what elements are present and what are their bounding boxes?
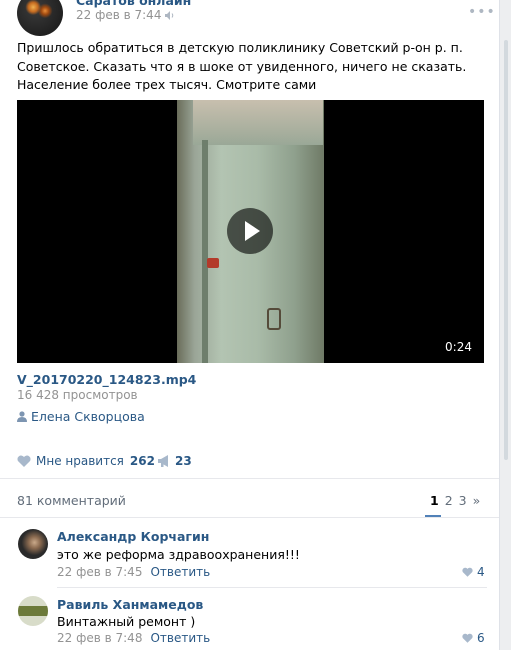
- video-alarm-box: [207, 258, 219, 268]
- video-door-handle: [267, 308, 281, 330]
- comment-author[interactable]: Александр Корчагин: [57, 529, 209, 544]
- comment-date[interactable]: 22 фев в 7:48: [57, 631, 142, 645]
- comment-divider: [57, 587, 487, 588]
- share-count: 23: [175, 454, 192, 468]
- video-author[interactable]: Елена Скворцова: [17, 409, 145, 424]
- video-title-link[interactable]: V_20170220_124823.mp4: [17, 372, 196, 387]
- video-door-top: [193, 100, 323, 145]
- heart-icon: [462, 633, 473, 643]
- play-icon[interactable]: [227, 208, 273, 254]
- page-3[interactable]: 3: [459, 493, 467, 508]
- scrollbar-thumb[interactable]: [504, 40, 508, 460]
- megaphone-icon: [158, 455, 168, 467]
- share-button[interactable]: 23: [158, 454, 192, 468]
- video-author-name[interactable]: Елена Скворцова: [31, 409, 145, 424]
- comment-meta: 22 фев в 7:48 Ответить: [57, 631, 210, 645]
- comments-count: 81 комментарий: [17, 493, 126, 508]
- heart-icon: [462, 567, 473, 577]
- avatar[interactable]: [18, 529, 48, 559]
- comment-text: Винтажный ремонт ): [57, 614, 196, 629]
- like-count: 262: [129, 454, 155, 468]
- post-date-text[interactable]: 22 фев в 7:44: [76, 8, 161, 22]
- comment-date[interactable]: 22 фев в 7:45: [57, 565, 142, 579]
- post-text: Пришлось обратиться в детскую поликлиник…: [17, 40, 467, 92]
- actions-divider: [0, 478, 499, 479]
- video-views: 16 428 просмотров: [17, 388, 138, 402]
- reply-button[interactable]: Ответить: [150, 631, 210, 645]
- speaker-icon: [165, 11, 174, 20]
- like-label: Мне нравится: [36, 454, 124, 468]
- comment-author[interactable]: Равиль Ханмамедов: [57, 597, 203, 612]
- comments-header-divider: [0, 517, 499, 518]
- comment-meta: 22 фев в 7:45 Ответить: [57, 565, 210, 579]
- comment-text: это же реформа здравоохранения!!!: [57, 547, 300, 562]
- reply-button[interactable]: Ответить: [150, 565, 210, 579]
- post-date[interactable]: 22 фев в 7:44: [76, 8, 175, 22]
- avatar[interactable]: [18, 596, 48, 626]
- more-options-icon[interactable]: •••: [468, 4, 496, 20]
- comment-like-count: 4: [477, 565, 485, 579]
- comments-pager: 1 2 3 »: [430, 493, 486, 508]
- comment-like-button[interactable]: 4: [462, 565, 485, 579]
- comment-like-button[interactable]: 6: [462, 631, 485, 645]
- page-2[interactable]: 2: [445, 493, 453, 508]
- video-player[interactable]: 0:24: [17, 100, 484, 363]
- page-next[interactable]: »: [473, 493, 481, 508]
- like-button[interactable]: Мне нравится 262: [17, 454, 155, 468]
- video-door-edge: [202, 140, 208, 363]
- page-1[interactable]: 1: [430, 493, 439, 508]
- group-name-link[interactable]: Саратов онлайн: [76, 0, 191, 8]
- user-icon: [17, 411, 27, 422]
- video-duration: 0:24: [445, 340, 472, 354]
- heart-icon: [17, 455, 31, 467]
- comment-like-count: 6: [477, 631, 485, 645]
